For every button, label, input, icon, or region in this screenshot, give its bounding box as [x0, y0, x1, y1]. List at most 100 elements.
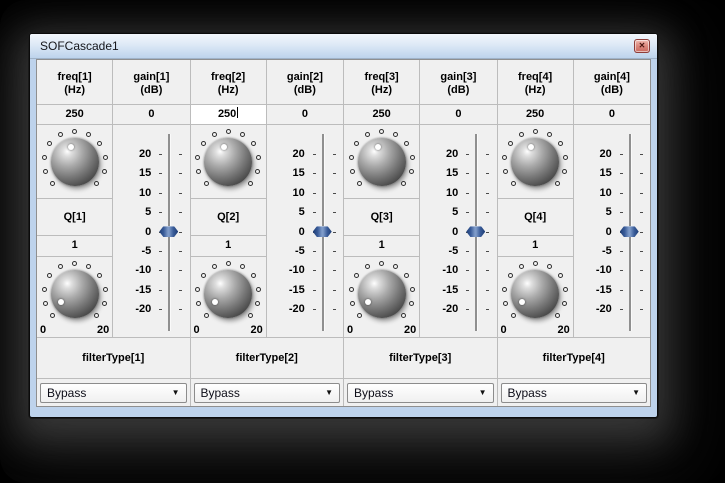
- freq-knob-cell: [37, 125, 113, 199]
- knob-tick-mark: [97, 273, 103, 279]
- knob-tick-mark: [510, 181, 516, 187]
- freq-knob-cell: [190, 125, 266, 199]
- freq-column: freq[3] (Hz) 250 Q[3] 1 0 20: [344, 60, 421, 337]
- slider-tick-mark: [312, 173, 316, 175]
- knob-tick-mark: [357, 313, 363, 319]
- slider-tick-mark: [332, 154, 336, 155]
- slider-tick-mark: [179, 251, 183, 252]
- filter-type-dropdown[interactable]: Bypass ▼: [347, 382, 494, 403]
- freq-knob[interactable]: [192, 126, 264, 198]
- freq-label: freq[3]: [364, 71, 399, 83]
- freq-value-field[interactable]: 250: [37, 105, 113, 125]
- filter-type-dropdown[interactable]: Bypass ▼: [40, 382, 187, 403]
- gain-column: gain[4] (dB) 0 20 15 10 5 0 -5 -10 -15 -20: [573, 60, 650, 337]
- knob-tick-mark: [532, 260, 538, 266]
- slider-tick-label: -20: [135, 303, 152, 316]
- q-value-field[interactable]: 1: [37, 236, 113, 257]
- freq-value-field[interactable]: 250: [344, 105, 420, 125]
- freq-value: 250: [372, 108, 391, 120]
- slider-tick-mark: [179, 154, 183, 155]
- freq-knob[interactable]: [39, 126, 111, 198]
- channel-controls: freq[1] (Hz) 250 Q[1] 1 0 20 gain[1] (dB…: [37, 60, 190, 337]
- q-knob-cell: 0 20: [37, 257, 112, 337]
- slider-tick-mark: [179, 289, 183, 291]
- knob-tick-mark: [408, 301, 414, 307]
- freq-knob-cell: [344, 125, 420, 199]
- slider-tick-label: 5: [298, 206, 305, 219]
- knob-tick-mark: [349, 301, 355, 307]
- gain-header: gain[1] (dB): [113, 60, 190, 105]
- filter-type-row: Bypass ▼: [37, 379, 190, 406]
- freq-unit-label: (Hz): [217, 84, 239, 96]
- gain-label: gain[1]: [133, 71, 170, 83]
- freq-knob[interactable]: [346, 126, 418, 198]
- q-knob[interactable]: [39, 258, 111, 330]
- knob-tick-mark: [41, 154, 47, 160]
- knob-tick-mark: [354, 141, 360, 147]
- slider-tick-mark: [159, 270, 163, 272]
- gain-label: gain[3]: [440, 71, 477, 83]
- slider-tick-mark: [466, 192, 470, 194]
- knob-tick-mark: [401, 181, 407, 187]
- screenshot-background: SOFCascade1 ✕ freq[1] (Hz) 250 Q[1] 1 0 …: [0, 0, 725, 483]
- knob-tick-mark: [510, 313, 516, 319]
- knob-tick-mark: [379, 260, 385, 266]
- filter-channel: freq[3] (Hz) 250 Q[3] 1 0 20 gain[3] (dB…: [343, 60, 497, 406]
- slider-tick-mark: [619, 309, 623, 311]
- q-label: Q[2]: [190, 199, 266, 236]
- q-label: Q[3]: [344, 199, 420, 236]
- freq-value-field[interactable]: 250: [190, 105, 266, 125]
- filter-channel: freq[2] (Hz) 250 Q[2] 1 0 20 gain[2] (dB…: [189, 60, 343, 406]
- slider-thumb[interactable]: [159, 226, 179, 238]
- freq-column: freq[1] (Hz) 250 Q[1] 1 0 20: [37, 60, 114, 337]
- gain-value-field[interactable]: 0: [420, 105, 497, 125]
- slider-thumb[interactable]: [312, 226, 332, 238]
- q-knob[interactable]: [499, 258, 571, 330]
- q-value-field[interactable]: 1: [344, 236, 420, 257]
- q-knob[interactable]: [346, 258, 418, 330]
- freq-value-field[interactable]: 250: [497, 105, 573, 125]
- gain-slider[interactable]: 20 15 10 5 0 -5 -10 -15 -20: [574, 125, 650, 337]
- slider-thumb[interactable]: [619, 226, 639, 238]
- slider-tick-label: 0: [605, 225, 612, 238]
- slider-tick-mark: [486, 309, 490, 311]
- slider-tick-mark: [332, 270, 336, 272]
- title-bar[interactable]: SOFCascade1 ✕: [30, 34, 657, 59]
- slider-tick-label: -5: [448, 245, 459, 257]
- knob-face: [50, 270, 99, 318]
- gain-unit-label: (dB): [600, 84, 623, 96]
- gain-value-field[interactable]: 0: [113, 105, 190, 125]
- slider-tick-mark: [332, 231, 336, 233]
- knob-tick-mark: [203, 181, 209, 187]
- channel-controls: freq[2] (Hz) 250 Q[2] 1 0 20 gain[2] (dB…: [190, 60, 343, 337]
- gain-value-field[interactable]: 0: [573, 105, 650, 125]
- q-value-field[interactable]: 1: [497, 236, 573, 257]
- freq-knob[interactable]: [499, 126, 571, 198]
- slider-tick-label: 5: [452, 206, 459, 219]
- slider-thumb[interactable]: [466, 226, 486, 238]
- q-knob[interactable]: [192, 258, 264, 330]
- slider-tick-mark: [619, 192, 623, 194]
- close-button[interactable]: ✕: [634, 39, 650, 53]
- slider-tick-mark: [486, 212, 490, 214]
- filter-type-dropdown[interactable]: Bypass ▼: [193, 382, 340, 403]
- filter-type-dropdown[interactable]: Bypass ▼: [500, 382, 647, 403]
- slider-tick-mark: [639, 192, 643, 194]
- slider-tick-label: -5: [601, 245, 612, 257]
- slider-tick-mark: [332, 309, 336, 311]
- gain-value-field[interactable]: 0: [266, 105, 343, 125]
- knob-tick-mark: [562, 301, 568, 307]
- gain-slider[interactable]: 20 15 10 5 0 -5 -10 -15 -20: [113, 125, 189, 337]
- knob-tick-mark: [256, 286, 262, 292]
- filter-type-value: Bypass: [354, 385, 394, 400]
- knob-tick-mark: [86, 131, 92, 137]
- knob-tick-mark: [532, 128, 538, 134]
- filter-channel: freq[4] (Hz) 250 Q[4] 1 0 20 gain[4] (dB…: [496, 60, 650, 406]
- knob-tick-mark: [102, 286, 108, 292]
- freq-header: freq[1] (Hz): [37, 60, 113, 105]
- q-value-field[interactable]: 1: [190, 236, 266, 257]
- gain-slider[interactable]: 20 15 10 5 0 -5 -10 -15 -20: [420, 125, 496, 337]
- knob-tick-mark: [503, 169, 509, 175]
- gain-slider[interactable]: 20 15 10 5 0 -5 -10 -15 -20: [267, 125, 343, 337]
- knob-tick-mark: [247, 313, 253, 319]
